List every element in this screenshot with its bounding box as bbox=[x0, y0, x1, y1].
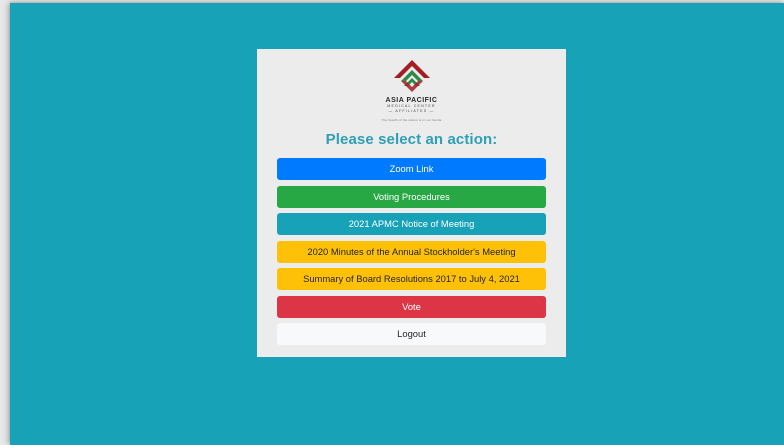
logo: ASIA PACIFIC MEDICAL CENTER — AFFILIATES… bbox=[257, 59, 566, 129]
page-heading: Please select an action: bbox=[325, 131, 498, 148]
voting-procedures-button[interactable]: Voting Procedures bbox=[277, 185, 546, 208]
apmc-logo-icon bbox=[393, 60, 430, 92]
board-resolutions-button[interactable]: Summary of Board Resolutions 2017 to Jul… bbox=[277, 268, 546, 290]
logo-name: ASIA PACIFIC bbox=[385, 97, 438, 104]
minutes-button[interactable]: 2020 Minutes of the Annual Stockholder's… bbox=[277, 240, 546, 263]
logo-tagline: The health of the nation is in our hands bbox=[381, 118, 442, 122]
action-button-list: Zoom Link Voting Procedures 2021 APMC No… bbox=[277, 158, 546, 351]
logout-button[interactable]: Logout bbox=[277, 323, 546, 345]
page-background: ASIA PACIFIC MEDICAL CENTER — AFFILIATES… bbox=[10, 3, 784, 445]
zoom-link-button[interactable]: Zoom Link bbox=[277, 158, 546, 180]
vote-button[interactable]: Vote bbox=[277, 295, 546, 318]
logo-subtitle-2: — AFFILIATES — bbox=[388, 109, 435, 113]
notice-of-meeting-button[interactable]: 2021 APMC Notice of Meeting bbox=[277, 213, 546, 235]
action-card: ASIA PACIFIC MEDICAL CENTER — AFFILIATES… bbox=[257, 49, 566, 357]
